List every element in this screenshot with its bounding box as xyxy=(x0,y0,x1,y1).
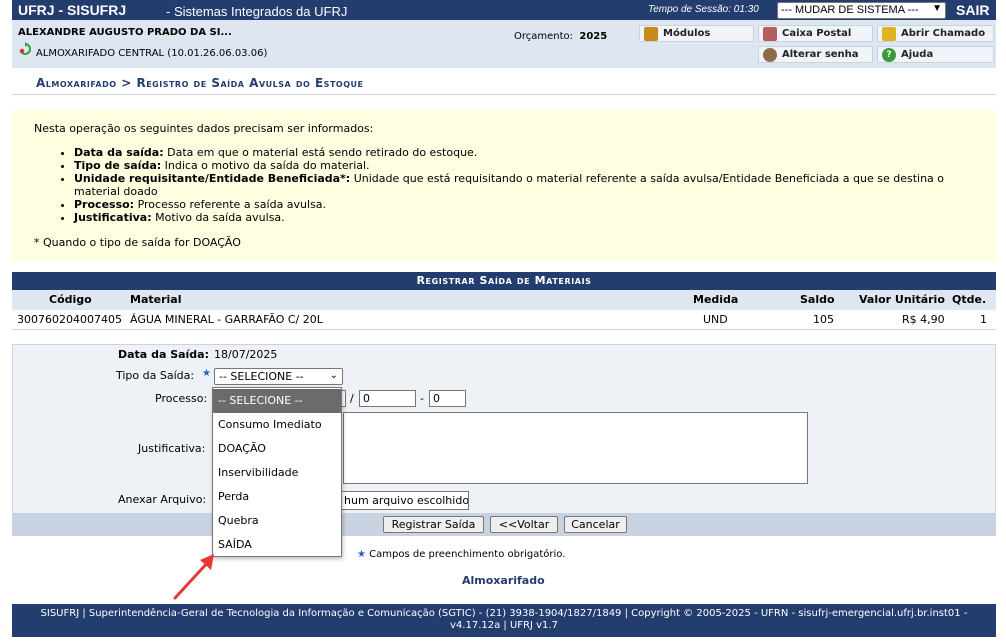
session-timer: Tempo de Sessão: 01:30 xyxy=(648,4,759,15)
exit-link[interactable]: SAIR xyxy=(956,2,989,18)
dropdown-option[interactable]: Inservibilidade xyxy=(213,461,341,485)
user-name: ALEXANDRE AUGUSTO PRADO DA SI... xyxy=(18,27,232,38)
instructions-intro: Nesta operação os seguintes dados precis… xyxy=(34,122,374,135)
col-header-codigo: Código xyxy=(49,293,92,306)
register-exit-button[interactable]: Registrar Saída xyxy=(383,516,484,533)
data-saida-value: 18/07/2025 xyxy=(214,348,278,361)
justificativa-textarea[interactable] xyxy=(343,412,808,484)
budget-label: Orçamento: 2025 xyxy=(514,31,608,42)
open-ticket-button[interactable]: Abrir Chamado xyxy=(877,25,994,42)
cell-medida: UND xyxy=(703,313,728,326)
cube-icon xyxy=(644,26,658,41)
list-item: Justificativa: Motivo da saída avulsa. xyxy=(74,211,974,224)
dropdown-option[interactable]: Quebra xyxy=(213,509,341,533)
title-divider xyxy=(12,94,996,95)
cell-codigo: 300760204007405 xyxy=(17,313,122,326)
col-header-valor: Valor Unitário xyxy=(859,293,945,306)
col-header-medida: Medida xyxy=(693,293,739,306)
justificativa-label: Justificativa: xyxy=(138,442,206,455)
list-item: Tipo de saída: Indica o motivo da saída … xyxy=(74,159,974,172)
top-bar: UFRJ - SISUFRJ - Sistemas Integrados da … xyxy=(12,0,996,20)
change-password-button[interactable]: Alterar senha xyxy=(758,46,873,63)
required-fields-note: ★ Campos de preenchimento obrigatório. xyxy=(357,549,566,560)
user-key-icon xyxy=(763,47,777,62)
tipo-saida-label: Tipo da Saída: xyxy=(116,369,195,382)
help-button[interactable]: ? Ajuda xyxy=(877,46,994,63)
form-button-bar: Registrar Saída <<Voltar Cancelar xyxy=(13,513,995,535)
tipo-saida-select[interactable]: -- SELECIONE -- ⌄ xyxy=(214,368,343,385)
footer-line-2: v4.17.12a | UFRJ v1.7 xyxy=(450,620,558,631)
system-switch-value: --- MUDAR DE SISTEMA --- xyxy=(781,4,919,16)
exit-form: Data da Saída: 18/07/2025 Tipo da Saída:… xyxy=(12,344,996,536)
instructions-footnote: * Quando o tipo de saída for DOAÇÃO xyxy=(34,236,241,249)
cell-saldo: 105 xyxy=(813,313,834,326)
mailbox-icon xyxy=(763,26,777,41)
instructions-list: Data da saída: Data em que o material es… xyxy=(74,146,974,224)
processo-separator: / xyxy=(350,392,354,405)
budget-year: 2025 xyxy=(579,31,608,42)
chevron-down-icon: ▼ xyxy=(932,3,942,14)
almoxarifado-link[interactable]: Almoxarifado xyxy=(462,574,545,587)
modules-button[interactable]: Módulos xyxy=(639,25,754,42)
user-unit: ALMOXARIFADO CENTRAL (10.01.26.06.03.06) xyxy=(36,48,268,59)
dropdown-option[interactable]: DOAÇÃO xyxy=(213,437,341,461)
system-title: UFRJ - SISUFRJ xyxy=(18,2,127,18)
tipo-saida-dropdown-list: -- SELECIONE -- Consumo Imediato DOAÇÃO … xyxy=(212,387,342,557)
cell-material: ÁGUA MINERAL - GARRAFÃO C/ 20L xyxy=(130,313,323,326)
help-icon: ? xyxy=(882,47,896,62)
page-footer: SISUFRJ | Superintendência-Geral de Tecn… xyxy=(12,604,996,637)
instructions-box: Nesta operação os seguintes dados precis… xyxy=(12,110,996,261)
ticket-icon xyxy=(882,26,896,41)
materials-table-header: Código Material Medida Saldo Valor Unitá… xyxy=(12,290,996,310)
table-row: 300760204007405 ÁGUA MINERAL - GARRAFÃO … xyxy=(12,310,996,330)
page: UFRJ - SISUFRJ - Sistemas Integrados da … xyxy=(0,0,1006,644)
data-saida-label: Data da Saída: xyxy=(118,348,210,361)
list-item: Data da saída: Data em que o material es… xyxy=(74,146,974,159)
back-button[interactable]: <<Voltar xyxy=(490,516,558,533)
tipo-saida-value: -- SELECIONE -- xyxy=(219,370,304,383)
required-star-icon: ★ xyxy=(357,549,366,560)
file-input[interactable]: hum arquivo escolhido xyxy=(341,491,469,510)
system-subtitle: - Sistemas Integrados da UFRJ xyxy=(166,4,348,19)
processo-field-2[interactable]: 0 xyxy=(359,390,416,407)
col-header-qtde: Qtde. xyxy=(952,293,987,306)
refresh-unit-icon[interactable] xyxy=(18,42,32,56)
list-item: Unidade requisitante/Entidade Beneficiad… xyxy=(74,172,974,198)
anexar-label: Anexar Arquivo: xyxy=(118,493,207,506)
list-item: Processo: Processo referente a saída avu… xyxy=(74,198,974,211)
materials-table-caption: Registrar Saída de Materiais xyxy=(12,272,996,290)
footer-line-1: SISUFRJ | Superintendência-Geral de Tecn… xyxy=(40,608,968,619)
cell-qtde: 1 xyxy=(980,313,987,326)
dropdown-option[interactable]: -- SELECIONE -- xyxy=(213,389,341,413)
required-star-icon: ★ xyxy=(202,368,211,379)
system-switch-select[interactable]: --- MUDAR DE SISTEMA --- ▼ xyxy=(777,2,946,19)
cancel-button[interactable]: Cancelar xyxy=(564,516,627,533)
chevron-down-icon: ⌄ xyxy=(329,370,338,381)
col-header-saldo: Saldo xyxy=(800,293,835,306)
annotation-arrow-icon xyxy=(173,554,214,600)
dropdown-option[interactable]: Consumo Imediato xyxy=(213,413,341,437)
cell-valor: R$ 4,90 xyxy=(902,313,945,326)
col-header-material: Material xyxy=(130,293,182,306)
dropdown-option[interactable]: SAÍDA xyxy=(213,533,341,557)
processo-label: Processo: xyxy=(155,392,208,405)
dropdown-option[interactable]: Perda xyxy=(213,485,341,509)
mailbox-button[interactable]: Caixa Postal xyxy=(758,25,873,42)
user-info-band: ALEXANDRE AUGUSTO PRADO DA SI... ALMOXAR… xyxy=(12,20,996,68)
processo-field-3[interactable]: 0 xyxy=(429,390,466,407)
page-title-breadcrumb: Almoxarifado > Registro de Saída Avulsa … xyxy=(36,76,364,90)
processo-separator-2: - xyxy=(420,392,424,405)
